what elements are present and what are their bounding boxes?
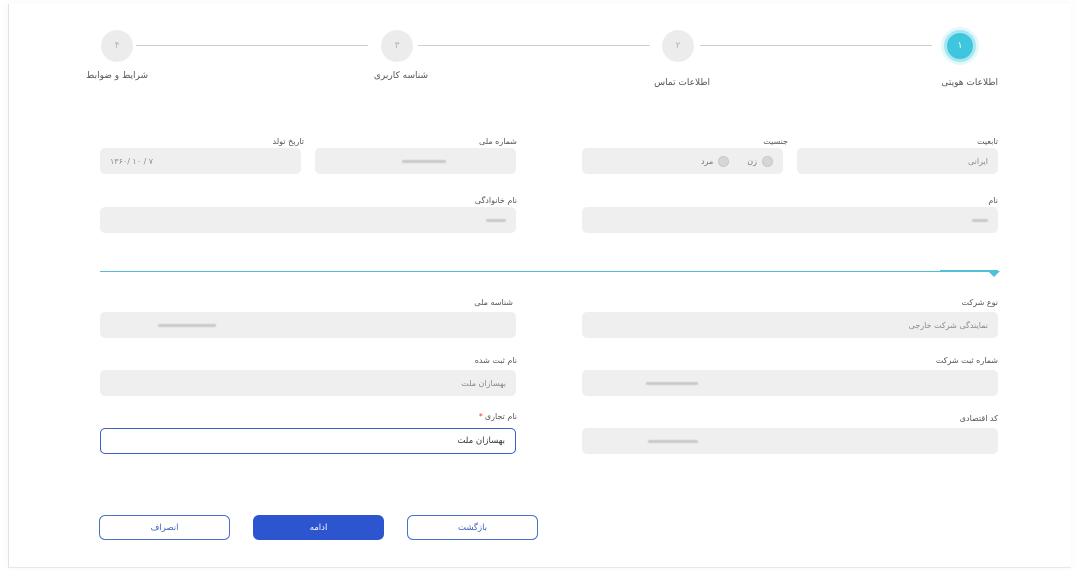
national-id-label: شناسه ملی	[474, 298, 513, 307]
radio-icon	[762, 155, 773, 167]
gender-option-label: مرد	[700, 156, 714, 166]
national-code-input[interactable]	[315, 148, 516, 174]
registered-name-value: بهسازان ملت	[461, 378, 506, 388]
trade-name-label-text: نام تجاری	[484, 412, 517, 421]
trade-name-label: نام تجاری*	[479, 412, 517, 421]
birth-date-label: تاریخ تولد	[272, 137, 304, 146]
registered-name-label: نام ثبت شده	[474, 356, 517, 365]
gender-option-label: زن	[747, 156, 757, 166]
step-2-label: اطلاعات تماس	[654, 78, 710, 88]
last-name-input[interactable]	[100, 207, 516, 233]
step-3-circle[interactable]: ۳	[381, 30, 413, 62]
national-code-label: شماره ملی	[479, 137, 517, 146]
step-4-label: شرایط و ضوابط	[86, 71, 148, 81]
required-mark: *	[478, 412, 483, 421]
back-button[interactable]: بازگشت	[407, 515, 538, 540]
gender-radio-group: زن مرد	[582, 148, 783, 174]
step-4-circle[interactable]: ۴	[101, 30, 133, 62]
trade-name-value: بهسازان ملت	[457, 436, 505, 446]
continue-button[interactable]: ادامه	[253, 515, 384, 540]
step-1-label: اطلاعات هویتی	[941, 78, 998, 88]
cancel-button[interactable]: انصراف	[99, 515, 230, 540]
step-connector	[700, 45, 932, 46]
nationality-label: تابعیت	[976, 137, 998, 146]
gender-option-male[interactable]: مرد	[700, 155, 730, 167]
step-1-circle[interactable]: ۱	[944, 30, 976, 62]
masked-value	[648, 439, 698, 443]
masked-value	[158, 323, 216, 327]
gender-label: جنسیت	[763, 137, 788, 146]
company-type-label: نوع شرکت	[961, 298, 998, 307]
registered-name-input[interactable]: بهسازان ملت	[100, 370, 516, 396]
masked-value	[402, 159, 446, 163]
masked-value	[972, 218, 988, 222]
trade-name-input[interactable]: بهسازان ملت	[100, 428, 516, 454]
step-connector	[136, 45, 368, 46]
section-divider	[100, 271, 998, 272]
step-2-circle[interactable]: ۲	[662, 30, 694, 62]
step-3-label: شناسه کاربری	[373, 71, 428, 81]
step-connector	[418, 45, 650, 46]
section-divider-arrow	[988, 271, 1000, 277]
first-name-input[interactable]	[582, 207, 998, 233]
registration-number-label: شماره ثبت شرکت	[935, 356, 998, 365]
last-name-label: نام خانوادگی	[474, 196, 517, 205]
economic-code-label: کد اقتصادی	[959, 414, 998, 423]
company-type-value: نمایندگی شرکت خارجی	[908, 320, 988, 330]
form-container	[8, 4, 1071, 568]
registration-number-input[interactable]	[582, 370, 998, 396]
birth-date-value: ۱۳۶۰/ ۱۰ / ۷	[110, 156, 154, 166]
first-name-label: نام	[988, 196, 998, 205]
economic-code-input[interactable]	[582, 428, 998, 454]
radio-icon	[718, 155, 730, 167]
national-id-input[interactable]	[100, 312, 516, 338]
gender-option-female[interactable]: زن	[747, 155, 773, 167]
company-type-select[interactable]: نمایندگی شرکت خارجی	[582, 312, 998, 338]
masked-value	[486, 218, 506, 222]
nationality-select[interactable]: ایرانی	[797, 148, 998, 174]
birth-date-input[interactable]: ۱۳۶۰/ ۱۰ / ۷	[100, 148, 301, 174]
nationality-value: ایرانی	[968, 156, 988, 166]
masked-value	[646, 381, 698, 385]
